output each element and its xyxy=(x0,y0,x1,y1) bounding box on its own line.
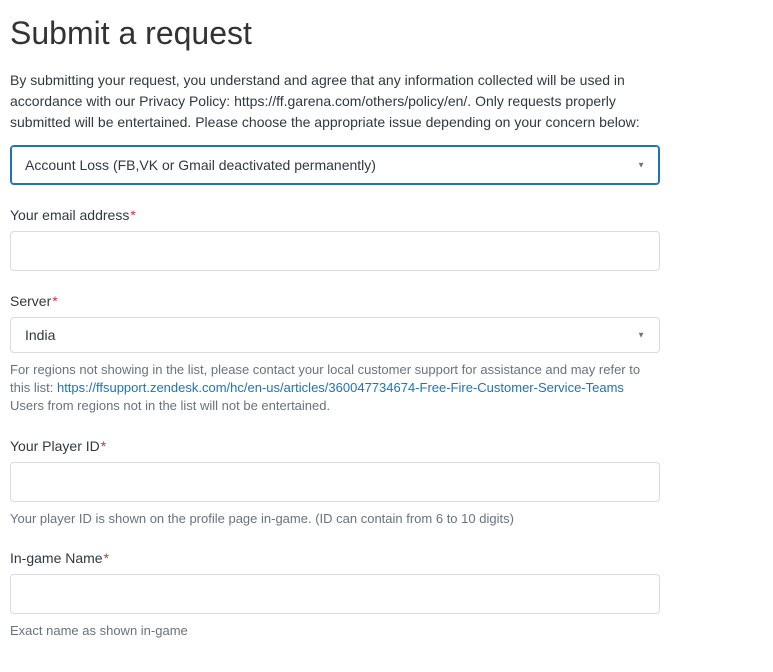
issue-select-value: Account Loss (FB,VK or Gmail deactivated… xyxy=(25,157,376,173)
email-label: Your email address* xyxy=(10,207,136,223)
server-hint: For regions not showing in the list, ple… xyxy=(10,361,660,416)
server-select-value: India xyxy=(25,327,55,343)
ingame-name-hint: Exact name as shown in-game xyxy=(10,622,660,640)
server-label: Server* xyxy=(10,293,58,309)
server-hint-link[interactable]: https://ffsupport.zendesk.com/hc/en-us/a… xyxy=(57,380,624,395)
issue-select[interactable]: Account Loss (FB,VK or Gmail deactivated… xyxy=(10,145,660,185)
chevron-down-icon: ▼ xyxy=(637,331,645,340)
required-marker: * xyxy=(101,438,106,454)
required-marker: * xyxy=(52,293,57,309)
chevron-down-icon: ▼ xyxy=(637,161,645,170)
player-id-label: Your Player ID* xyxy=(10,438,106,454)
server-select[interactable]: India ▼ xyxy=(10,317,660,353)
required-marker: * xyxy=(104,550,109,566)
issue-field-group: Account Loss (FB,VK or Gmail deactivated… xyxy=(10,145,763,185)
ingame-name-label: In-game Name* xyxy=(10,550,109,566)
player-id-field-group: Your Player ID* Your player ID is shown … xyxy=(10,438,763,528)
player-id-hint: Your player ID is shown on the profile p… xyxy=(10,510,660,528)
email-input[interactable] xyxy=(10,231,660,271)
ingame-name-input[interactable] xyxy=(10,574,660,614)
email-field-group: Your email address* xyxy=(10,207,763,271)
player-id-input[interactable] xyxy=(10,462,660,502)
ingame-name-field-group: In-game Name* Exact name as shown in-gam… xyxy=(10,550,763,640)
required-marker: * xyxy=(130,207,135,223)
page-title: Submit a request xyxy=(10,15,763,52)
server-field-group: Server* India ▼ For regions not showing … xyxy=(10,293,763,416)
intro-text: By submitting your request, you understa… xyxy=(10,70,660,133)
